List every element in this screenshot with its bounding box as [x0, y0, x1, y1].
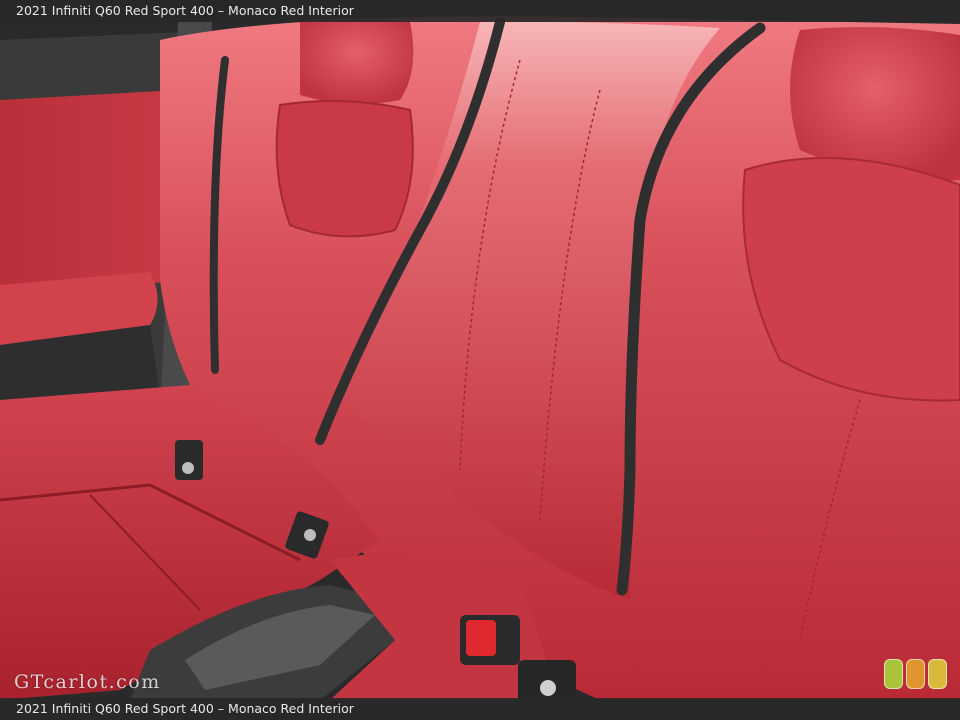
rating-dots — [884, 659, 947, 689]
top-caption: 2021 Infiniti Q60 Red Sport 400 – Monaco… — [0, 0, 960, 22]
bottom-caption: 2021 Infiniti Q60 Red Sport 400 – Monaco… — [0, 698, 960, 720]
photo-frame: 2021 Infiniti Q60 Red Sport 400 – Monaco… — [0, 0, 960, 720]
orange-dot — [906, 659, 925, 689]
green-dot — [884, 659, 903, 689]
site-watermark: GTcarlot.com — [14, 671, 161, 693]
interior-photo — [0, 0, 960, 720]
yellow-dot — [928, 659, 947, 689]
